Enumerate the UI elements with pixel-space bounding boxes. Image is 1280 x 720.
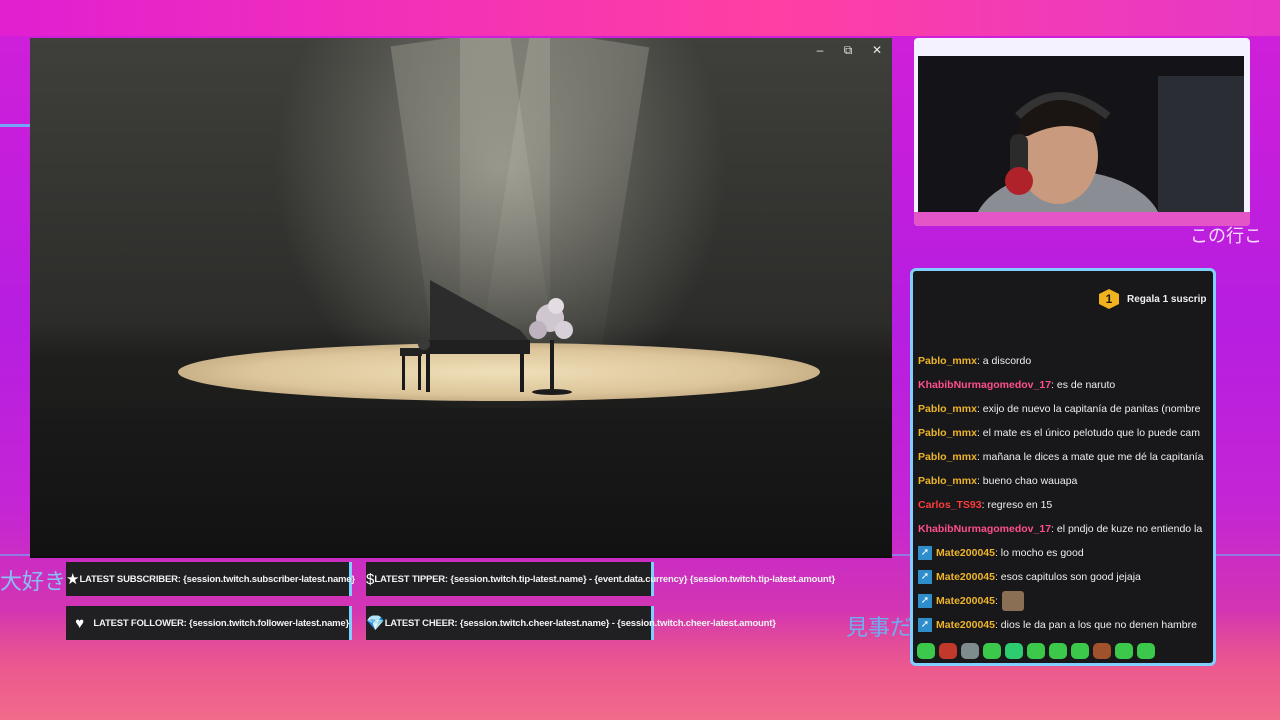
background-japanese-text: 見事だ [846,616,913,641]
chat-username[interactable]: Mate200045 [936,541,995,565]
maximize-button[interactable]: ⧉ [836,42,860,58]
chat-username[interactable]: KhabibNurmagomedov_17 [918,517,1051,541]
chat-message: Pablo_mmx: mañana le dices a mate que me… [918,445,1213,469]
chat-username[interactable]: Pablo_mmx [918,349,977,373]
diamond-icon: 💎 [366,615,385,632]
prime-badge-icon: ➚ [918,546,932,560]
chat-text: : bueno chao wauapa [976,475,1078,487]
gift-sub-text: Regala 1 suscrip [1127,293,1207,305]
chat-username[interactable]: Mate200045 [936,565,995,589]
latest-subscriber-bar: ★ LATEST SUBSCRIBER: {session.twitch.sub… [66,562,355,596]
latest-tipper-text: LATEST TIPPER: {session.twitch.tip-lates… [374,573,835,585]
chat-message: Pablo_mmx: el mate es el único pelotudo … [918,421,1213,445]
chat-emote-icon [1001,591,1024,611]
chat-text: : el mate es el único pelotudo que lo pu… [976,427,1200,439]
emote-icon[interactable] [1005,643,1023,659]
emote-icon[interactable] [961,643,979,659]
latest-follower-bar: ♥ LATEST FOLLOWER: {session.twitch.follo… [66,606,352,640]
chat-message: ➚ Mate200045: [918,589,1213,613]
chat-username[interactable]: Mate200045 [936,613,995,637]
chat-message: Pablo_mmx: exijo de nuevo la capitanía d… [918,397,1213,421]
chat-message: ➚ Mate200045: dios le da pan a los que no… [918,613,1213,637]
chat-panel: 1 Regala 1 suscrip Pablo_mmx: a discordo… [910,268,1216,666]
emote-icon[interactable] [1071,643,1089,659]
chat-message: KhabibNurmagomedov_17: es de naruto [918,373,1213,397]
background-japanese-text: 大好き [0,570,67,595]
heart-icon: ♥ [75,614,85,632]
close-button[interactable]: ✕ [865,42,889,58]
chat-username[interactable]: KhabibNurmagomedov_17 [918,373,1051,397]
latest-tipper-bar: $ LATEST TIPPER: {session.twitch.tip-lat… [366,562,835,596]
background-top-band [0,0,1280,36]
emote-row [917,643,1155,659]
webcam-view [918,56,1244,214]
chat-message-list: Pablo_mmx: a discordo KhabibNurmagomedov_… [918,349,1213,637]
minimize-button[interactable]: – [808,42,832,58]
chat-text: : esos capitulos son good jejaja [994,571,1141,583]
chat-text: : regreso en 15 [981,499,1053,511]
emote-icon[interactable] [1093,643,1111,659]
gift-badge-icon: 1 [1099,289,1119,309]
latest-follower-text: LATEST FOLLOWER: {session.twitch.followe… [93,617,349,629]
chat-message: ➚ Mate200045: esos capitulos son good jej… [918,565,1213,589]
emote-icon[interactable] [1137,643,1155,659]
game-scene [30,38,892,556]
chat-text: : exijo de nuevo la capitanía de panitas… [976,403,1201,415]
emote-icon[interactable] [1115,643,1133,659]
chat-username[interactable]: Carlos_TS93 [918,493,982,517]
chat-text: : dios le da pan a los que no denen hamb… [994,619,1197,631]
chat-text: : mañana le dices a mate que me dé la ca… [976,451,1204,463]
chat-text: : el pndjo de kuze no entiendo la [1051,523,1203,535]
prime-badge-icon: ➚ [918,618,932,632]
webcam-frame [914,38,1250,226]
chat-username[interactable]: Mate200045 [936,589,995,613]
piano-illustration [400,280,573,395]
prime-badge-icon: ➚ [918,570,932,584]
chat-text: : lo mocho es good [994,547,1084,559]
chat-message: KhabibNurmagomedov_17: el pndjo de kuze … [918,517,1213,541]
chat-message: ➚ Mate200045: lo mocho es good [918,541,1213,565]
dollar-icon: $ [366,570,375,588]
emote-icon[interactable] [917,643,935,659]
chat-message: Pablo_mmx: bueno chao wauapa [918,469,1213,493]
streamer-silhouette [918,56,1244,214]
chat-text: : es de naruto [1051,379,1116,391]
webcam-border-accent [914,212,1250,226]
emote-icon[interactable] [1027,643,1045,659]
chat-message: Carlos_TS93: regreso en 15 [918,493,1213,517]
star-icon: ★ [66,571,80,588]
latest-cheer-bar: 💎 LATEST CHEER: {session.twitch.cheer-la… [366,606,776,640]
chat-text: : a discordo [976,355,1032,367]
chat-text: : [994,595,998,607]
chat-username[interactable]: Pablo_mmx [918,469,977,493]
audience-seats [30,408,892,556]
chat-username[interactable]: Pablo_mmx [918,445,977,469]
gift-sub-banner[interactable]: 1 Regala 1 suscrip [1099,289,1206,309]
emote-icon[interactable] [983,643,1001,659]
chat-username[interactable]: Pablo_mmx [918,397,977,421]
game-window[interactable]: – ⧉ ✕ [30,38,892,558]
latest-cheer-text: LATEST CHEER: {session.twitch.cheer-late… [384,617,776,629]
chat-message: Pablo_mmx: a discordo [918,349,1213,373]
latest-subscriber-text: LATEST SUBSCRIBER: {session.twitch.subsc… [79,573,355,585]
emote-icon[interactable] [1049,643,1067,659]
background-stripe [0,124,30,127]
chat-username[interactable]: Pablo_mmx [918,421,977,445]
emote-icon[interactable] [939,643,957,659]
prime-badge-icon: ➚ [918,594,932,608]
